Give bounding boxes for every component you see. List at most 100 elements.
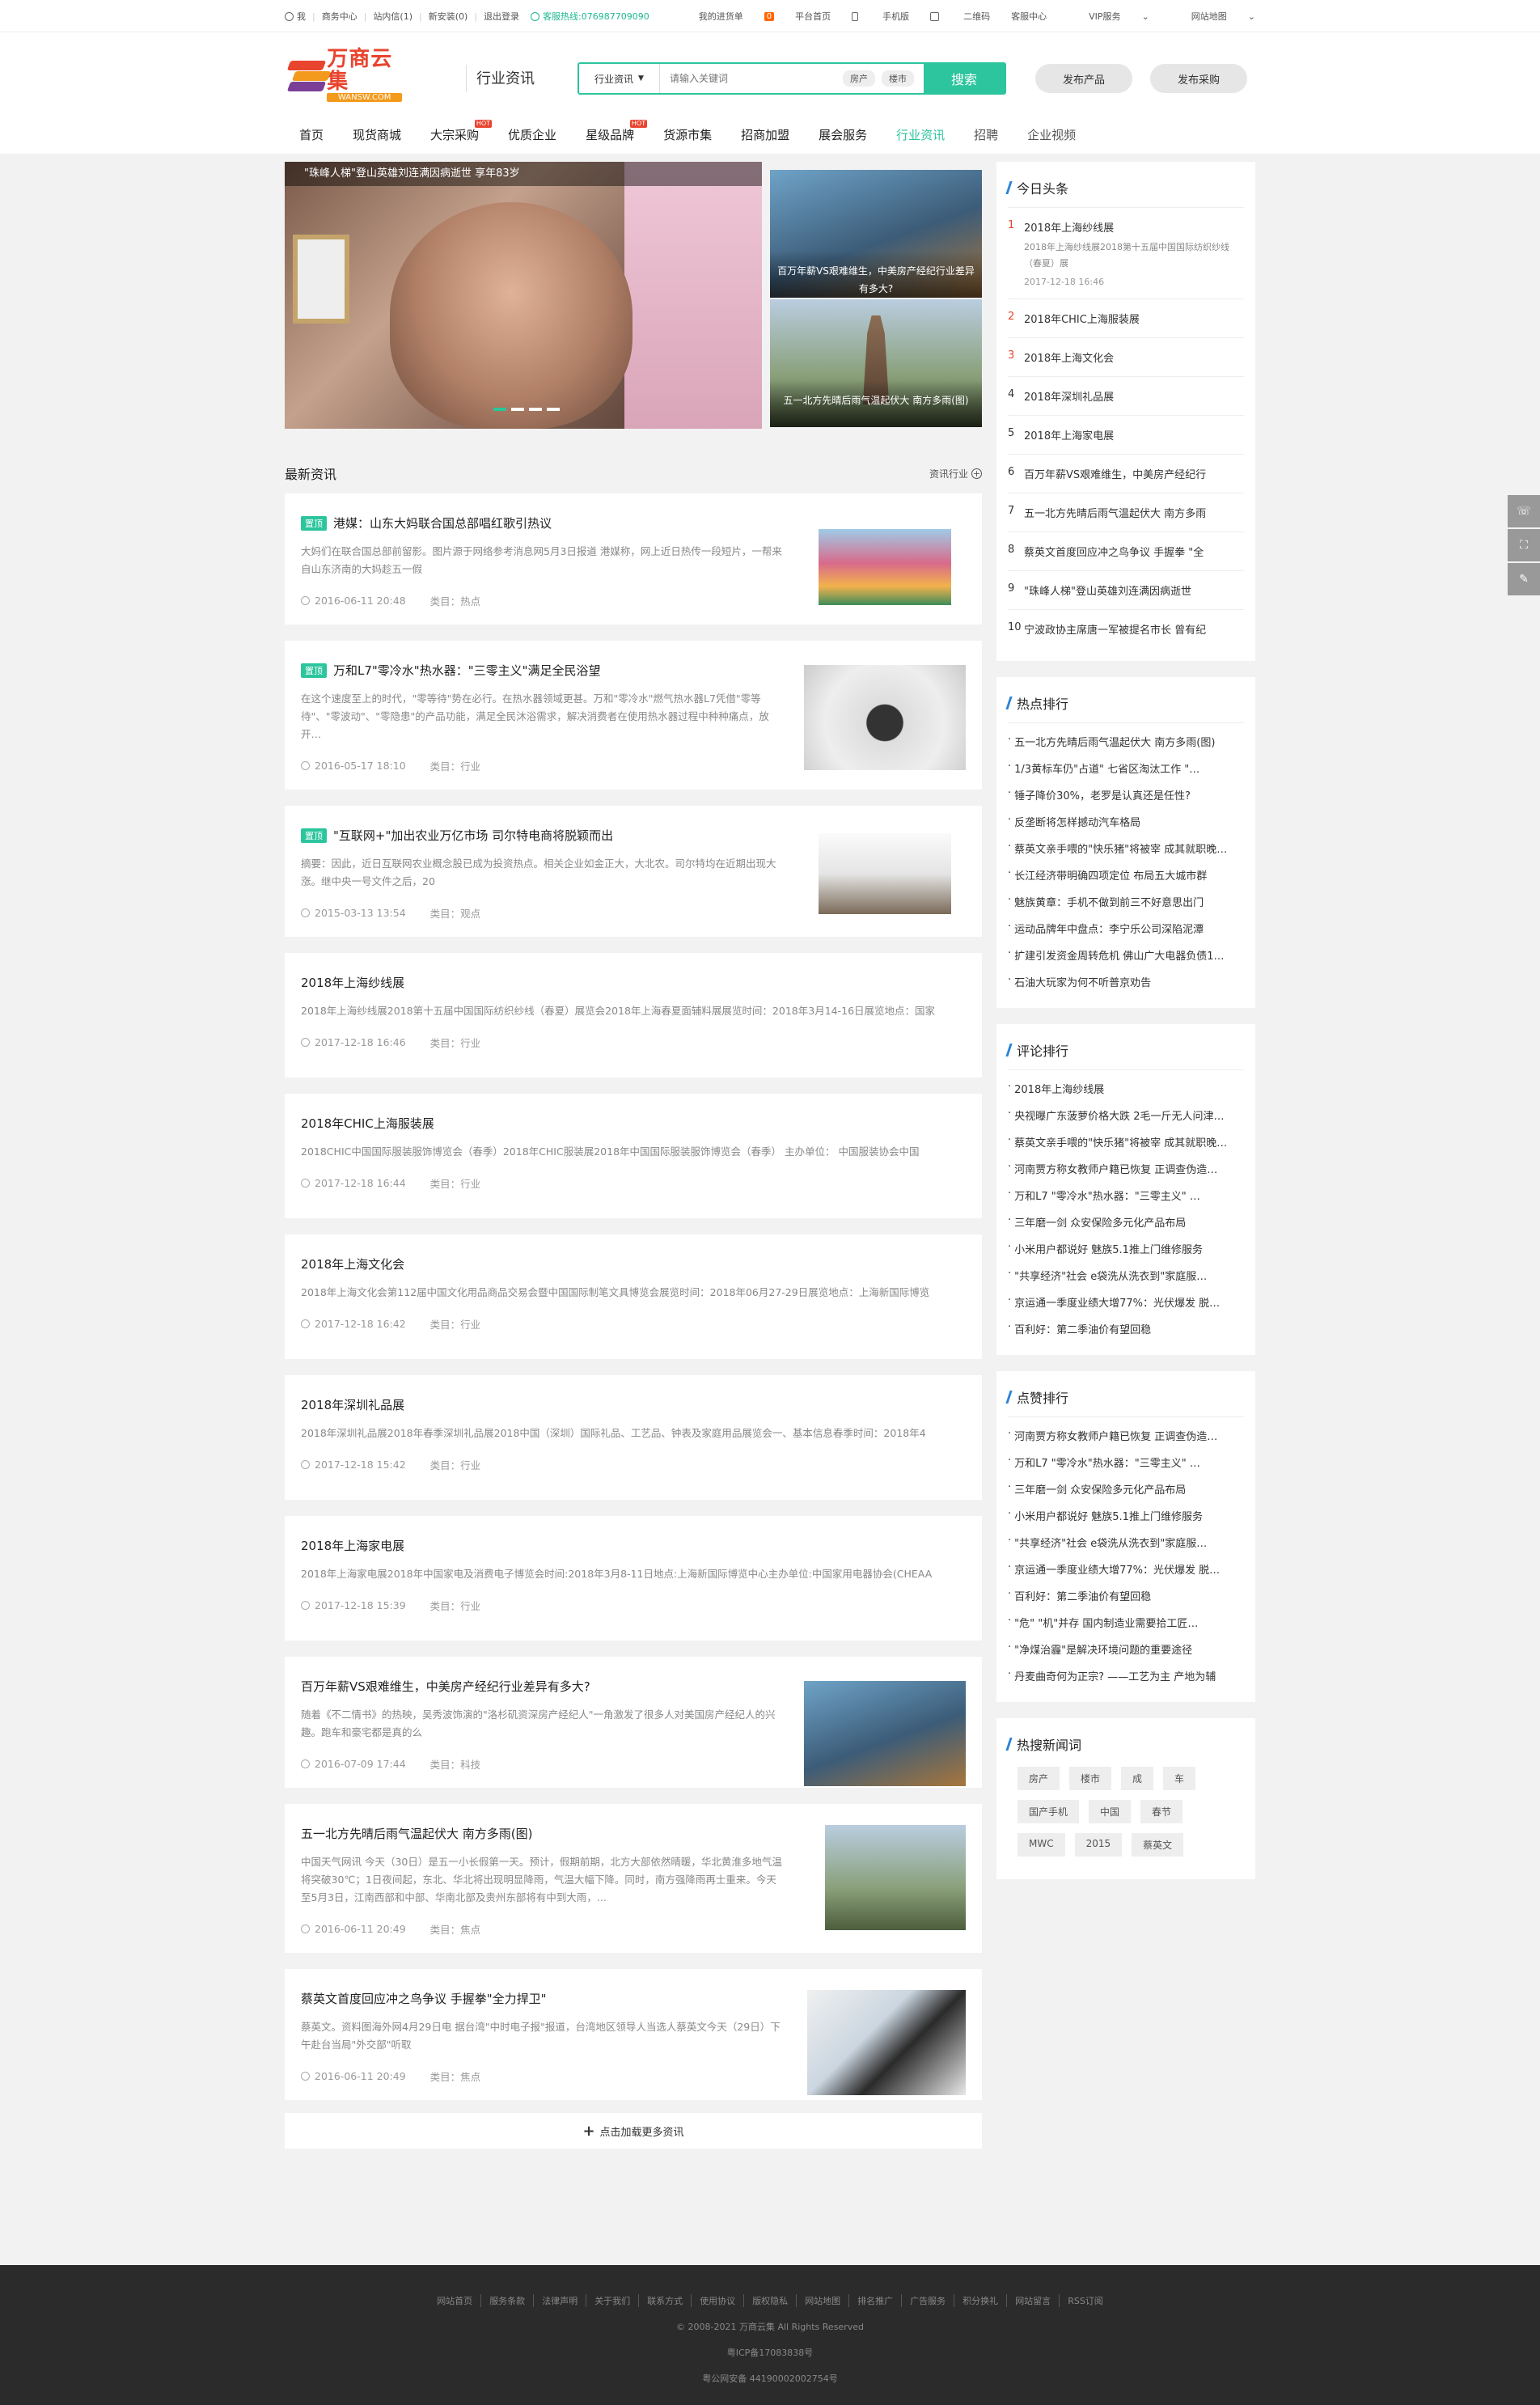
news-thumbnail[interactable] [819, 529, 951, 605]
rank-item[interactable]: 反垄断将怎样撼动汽车格局 [1008, 808, 1244, 835]
icp-number[interactable]: 粤ICP备17083838号 [0, 2346, 1540, 2359]
headline-item[interactable]: 6 百万年薪VS艰难维生，中美房产经纪行 [1008, 455, 1244, 493]
slider-dot[interactable] [547, 408, 560, 411]
hot-search-tag[interactable]: 成 [1121, 1767, 1154, 1790]
news-title[interactable]: 2018年CHIC上海服装展 [301, 1115, 966, 1132]
news-card[interactable]: 置顶 万和L7"零冷水"热水器："三零主义"满足全民浴望 在这个速度至上的时代，"零… [285, 641, 982, 790]
news-card[interactable]: 2018年上海文化会 2018年上海文化会第112届中国文化用品商品交易会暨中国国… [285, 1234, 982, 1359]
footer-link[interactable]: 服务条款 [481, 2294, 535, 2307]
search-tag[interactable]: 楼市 [882, 70, 914, 87]
rank-item[interactable]: 蔡英文亲手喂的"快乐猪"将被宰 成其就职晚… [1008, 1128, 1244, 1155]
news-title[interactable]: 置顶 万和L7"零冷水"热水器："三零主义"满足全民浴望 [301, 662, 786, 679]
news-title[interactable]: 蔡英文首度回应冲之鸟争议 手握拳"全力捍卫" [301, 1990, 786, 2007]
slider-dot[interactable] [493, 408, 506, 411]
news-title[interactable]: 2018年上海纱线展 [301, 974, 966, 991]
rank-item[interactable]: "净煤治霾"是解决环境问题的重要途径 [1008, 1636, 1244, 1662]
news-title[interactable]: 置顶 港媒：山东大妈联合国总部唱红歌引热议 [301, 514, 786, 531]
industry-news-link[interactable]: 资讯行业 + [929, 467, 982, 481]
slider-dot[interactable] [511, 408, 524, 411]
footer-link[interactable]: 网站留言 [1007, 2294, 1060, 2307]
search-button[interactable]: 搜索 [924, 64, 1005, 93]
news-card[interactable]: 蔡英文首度回应冲之鸟争议 手握拳"全力捍卫" 蔡英文。资料图海外网4月29日电 据… [285, 1969, 982, 2100]
footer-link[interactable]: 排名推广 [849, 2294, 903, 2307]
nav-item[interactable]: 企业视频 [1013, 116, 1090, 154]
news-thumbnail[interactable] [825, 1825, 966, 1930]
footer-link[interactable]: 网站首页 [429, 2294, 482, 2307]
vip-service-link[interactable]: VIP服务 ⌄ [1068, 10, 1149, 23]
nav-item[interactable]: 现货商城 [338, 116, 416, 154]
rank-item[interactable]: 蔡英文亲手喂的"快乐猪"将被宰 成其就职晚… [1008, 835, 1244, 862]
news-card[interactable]: 五一北方先晴后雨气温起伏大 南方多雨(图) 中国天气网讯 今天（30日）是五一小长… [285, 1804, 982, 1953]
footer-link[interactable]: 法律声明 [534, 2294, 587, 2307]
hot-search-tag[interactable]: 中国 [1089, 1800, 1132, 1823]
search-tag[interactable]: 房产 [843, 70, 875, 87]
news-thumbnail[interactable] [819, 833, 951, 914]
rank-item[interactable]: "共享经济"社会 e袋洗从洗衣到"家庭服… [1008, 1262, 1244, 1289]
news-title[interactable]: 2018年深圳礼品展 [301, 1396, 966, 1413]
headline-item[interactable]: 4 2018年深圳礼品展 [1008, 377, 1244, 416]
mobile-link[interactable]: 手机版 [852, 10, 909, 23]
publish-product-button[interactable]: 发布产品 [1035, 64, 1132, 93]
rank-item[interactable]: 运动品牌年中盘点：李宁乐公司深陷泥潭 [1008, 915, 1244, 942]
hot-search-tag[interactable]: 2015 [1074, 1833, 1123, 1857]
rank-item[interactable]: 扩建引发资金周转危机 佛山广大电器负债1… [1008, 942, 1244, 968]
headline-item[interactable]: 3 2018年上海文化会 [1008, 338, 1244, 377]
rank-item[interactable]: 小米用户都说好 魅族5.1推上门维修服务 [1008, 1502, 1244, 1529]
search-category-select[interactable]: 行业资讯 ▼ [579, 64, 660, 93]
news-card[interactable]: 2018年CHIC上海服装展 2018CHIC中国国际服装服饰博览会（春季）201… [285, 1094, 982, 1218]
headline-item[interactable]: 5 2018年上海家电展 [1008, 416, 1244, 455]
news-thumbnail[interactable] [804, 1681, 966, 1786]
hot-search-tag[interactable]: MWC [1018, 1833, 1065, 1857]
slide-side-2[interactable]: 五一北方先晴后雨气温起伏大 南方多雨(图) [770, 299, 982, 427]
footer-link[interactable]: RSS订阅 [1060, 2294, 1111, 2307]
scan-icon[interactable]: ⛶ [1508, 529, 1540, 561]
hot-search-tag[interactable]: 房产 [1018, 1767, 1060, 1790]
platform-home-link[interactable]: 平台首页 [795, 10, 831, 23]
headline-item[interactable]: 2 2018年CHIC上海服装展 [1008, 299, 1244, 338]
nav-item[interactable]: 优质企业 [493, 116, 571, 154]
footer-link[interactable]: 网站地图 [797, 2294, 850, 2307]
rank-item[interactable]: "危" "机"并存 国内制造业需要拾工匠… [1008, 1609, 1244, 1636]
headline-item[interactable]: 1 2018年上海纱线展 2018年上海纱线展2018第十五届中国国际纺织纱线（春夏… [1008, 208, 1244, 299]
nav-item[interactable]: 展会服务 [804, 116, 882, 154]
news-title[interactable]: 五一北方先晴后雨气温起伏大 南方多雨(图) [301, 1825, 786, 1842]
rank-item[interactable]: 三年磨一剑 众安保险多元化产品布局 [1008, 1476, 1244, 1502]
new-install-link[interactable]: 新安装(0) [429, 10, 468, 23]
logout-link[interactable]: 退出登录 [484, 10, 519, 23]
headline-item[interactable]: 9 "珠峰人梯"登山英雄刘连满因病逝世 [1008, 571, 1244, 610]
footer-link[interactable]: 版权隐私 [744, 2294, 798, 2307]
load-more-button[interactable]: + 点击加载更多资讯 [285, 2113, 982, 2149]
news-thumbnail[interactable] [807, 1990, 966, 2095]
slide-side-caption[interactable]: 百万年薪VS艰难维生，中美房产经纪行业差异有多大? [770, 251, 982, 298]
rank-item[interactable]: 京运通一季度业绩大增77%：光伏爆发 脱… [1008, 1289, 1244, 1315]
service-center-link[interactable]: 客服中心 [1011, 10, 1047, 23]
rank-item[interactable]: 锤子降价30%，老罗是认真还是任性? [1008, 781, 1244, 808]
rank-item[interactable]: 三年磨一剑 众安保险多元化产品布局 [1008, 1209, 1244, 1235]
rank-item[interactable]: 河南贾方称女教师户籍已恢复 正调查伪造… [1008, 1155, 1244, 1182]
rank-item[interactable]: 百利好：第二季油价有望回稳 [1008, 1315, 1244, 1342]
publish-purchase-button[interactable]: 发布采购 [1150, 64, 1247, 93]
nav-item[interactable]: 首页 [285, 116, 338, 154]
customer-service-icon[interactable]: ☏ [1508, 495, 1540, 527]
nav-item[interactable]: 星级品牌 HOT [571, 116, 649, 154]
rank-item[interactable]: "共享经济"社会 e袋洗从洗衣到"家庭服… [1008, 1529, 1244, 1556]
nav-item[interactable]: 大宗采购 HOT [416, 116, 493, 154]
slide-side-caption[interactable]: 五一北方先晴后雨气温起伏大 南方多雨(图) [770, 380, 982, 427]
rank-item[interactable]: 万和L7 "零冷水"热水器："三零主义" … [1008, 1449, 1244, 1476]
rank-item[interactable]: 五一北方先晴后雨气温起伏大 南方多雨(图) [1008, 728, 1244, 755]
rank-item[interactable]: 石油大玩家为何不听普京劝告 [1008, 968, 1244, 995]
rank-item[interactable]: 丹麦曲奇何为正宗? ——工艺为主 产地为辅 [1008, 1662, 1244, 1689]
headline-item[interactable]: 10 宁波政协主席唐一军被提名市长 曾有纪 [1008, 610, 1244, 648]
rank-item[interactable]: 央视曝广东菠萝价格大跌 2毛一斤无人问津… [1008, 1102, 1244, 1128]
slide-side-1[interactable]: 百万年薪VS艰难维生，中美房产经纪行业差异有多大? [770, 170, 982, 298]
rank-item[interactable]: 2018年上海纱线展 [1008, 1075, 1244, 1102]
nav-item[interactable]: 行业资讯 [882, 116, 959, 154]
nav-item[interactable]: 招商加盟 [726, 116, 804, 154]
rank-item[interactable]: 小米用户都说好 魅族5.1推上门维修服务 [1008, 1235, 1244, 1262]
news-title[interactable]: 2018年上海家电展 [301, 1537, 966, 1554]
slide-main[interactable]: "珠峰人梯"登山英雄刘连满因病逝世 享年83岁 [285, 162, 762, 429]
news-thumbnail[interactable] [804, 665, 966, 770]
news-card[interactable]: 百万年薪VS艰难维生，中美房产经纪行业差异有多大? 随着《不二情书》的热映，吴秀波… [285, 1657, 982, 1788]
slider-dot[interactable] [529, 408, 542, 411]
footer-link[interactable]: 使用协议 [692, 2294, 745, 2307]
